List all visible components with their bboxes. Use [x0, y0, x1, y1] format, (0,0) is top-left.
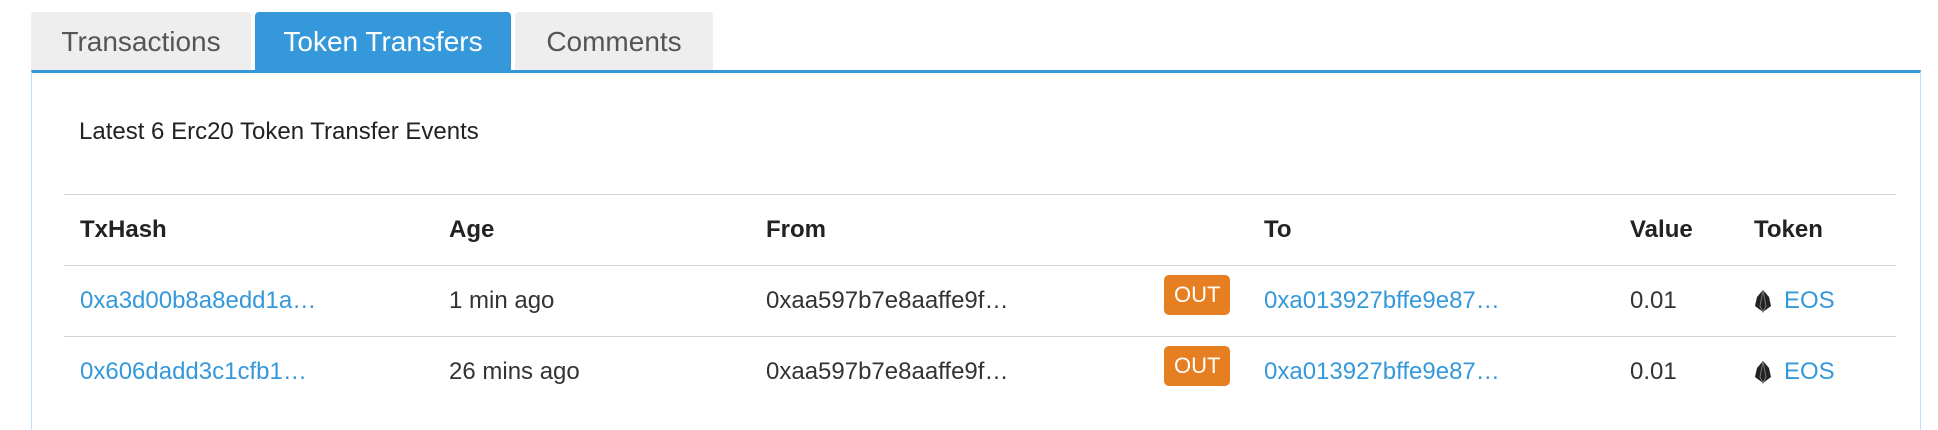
column-header-from: From — [766, 216, 826, 243]
column-header-txhash: TxHash — [80, 216, 167, 243]
table-row: 0x606dadd3c1cfb1… 26 mins ago 0xaa597b7e… — [64, 337, 1896, 407]
value-cell: 0.01 — [1630, 287, 1677, 314]
out-badge: OUT — [1164, 275, 1231, 315]
table-header-row: TxHash Age From To Value Token — [64, 195, 1896, 265]
tab-bar: Transactions Token Transfers Comments — [31, 12, 717, 72]
to-address-link[interactable]: 0xa013927bffe9e87… — [1264, 266, 1500, 336]
out-badge: OUT — [1164, 346, 1231, 386]
tab-transactions[interactable]: Transactions — [31, 12, 251, 72]
age-cell: 26 mins ago — [449, 358, 580, 385]
age-cell: 1 min ago — [449, 287, 555, 314]
tab-comments[interactable]: Comments — [515, 12, 713, 72]
token-cell: EOS — [1754, 337, 1835, 407]
direction-cell: OUT — [1164, 337, 1231, 407]
column-header-to: To — [1264, 216, 1292, 243]
token-link[interactable]: EOS — [1784, 358, 1835, 386]
to-address-link[interactable]: 0xa013927bffe9e87… — [1264, 337, 1500, 407]
token-cell: EOS — [1754, 266, 1835, 336]
from-address: 0xaa597b7e8aaffe9f… — [766, 358, 1009, 385]
eos-icon — [1755, 360, 1771, 384]
column-header-value: Value — [1630, 216, 1693, 243]
token-transfers-panel: Latest 6 Erc20 Token Transfer Events TxH… — [31, 70, 1921, 430]
token-link[interactable]: EOS — [1784, 287, 1835, 315]
value-cell: 0.01 — [1630, 358, 1677, 385]
direction-cell: OUT — [1164, 266, 1231, 336]
txhash-link[interactable]: 0x606dadd3c1cfb1… — [80, 337, 307, 407]
tab-token-transfers[interactable]: Token Transfers — [255, 12, 511, 72]
eos-icon — [1755, 289, 1771, 313]
column-header-age: Age — [449, 216, 495, 243]
table-row: 0xa3d00b8a8edd1a… 1 min ago 0xaa597b7e8a… — [64, 266, 1896, 336]
column-header-token: Token — [1754, 216, 1823, 243]
panel-subtitle: Latest 6 Erc20 Token Transfer Events — [79, 118, 479, 145]
from-address: 0xaa597b7e8aaffe9f… — [766, 287, 1009, 314]
txhash-link[interactable]: 0xa3d00b8a8edd1a… — [80, 266, 316, 336]
